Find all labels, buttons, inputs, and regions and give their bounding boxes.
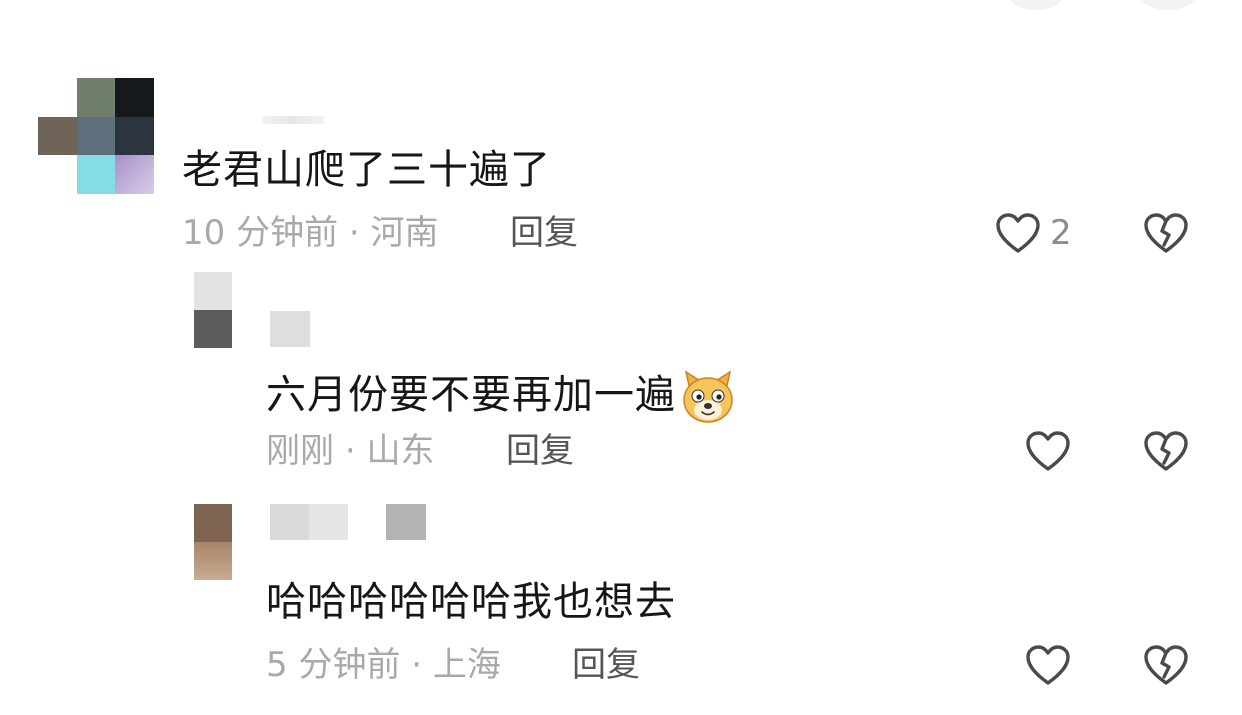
like-button[interactable]: 2	[994, 211, 1072, 255]
comment-text: 老君山爬了三十遍了	[182, 147, 551, 193]
avatar[interactable]	[194, 504, 232, 580]
dislike-button[interactable]	[1142, 643, 1190, 687]
dislike-button[interactable]	[1142, 211, 1190, 255]
reply-time: 刚刚	[266, 431, 334, 471]
reply-meta: 刚刚 · 山东	[266, 434, 434, 468]
reply-button[interactable]: 回复	[506, 434, 574, 468]
comment-meta: 10 分钟前 · 河南	[182, 216, 439, 250]
dislike-button[interactable]	[1142, 429, 1190, 473]
comment-thread: 老君山爬了三十遍了 10 分钟前 · 河南 回复 2 六月份要不要再加一遍 刚刚…	[0, 0, 1242, 715]
meta-separator: ·	[344, 431, 356, 471]
top-button-partial[interactable]	[1004, 0, 1068, 10]
meta-separator: ·	[411, 645, 423, 685]
reply-meta: 5 分钟前 · 上海	[266, 648, 501, 682]
comment-location: 河南	[370, 213, 439, 253]
comment-time: 10 分钟前	[182, 213, 339, 253]
reply-button[interactable]: 回复	[510, 216, 578, 250]
reply-time: 5 分钟前	[266, 645, 401, 685]
like-button[interactable]	[1024, 643, 1080, 687]
username[interactable]	[262, 116, 324, 124]
reply-location: 上海	[432, 645, 501, 685]
like-count: 2	[1050, 213, 1072, 253]
heart-outline-icon	[1024, 429, 1072, 473]
reply-location: 山东	[366, 431, 435, 471]
broken-heart-icon	[1142, 211, 1190, 255]
avatar[interactable]	[38, 78, 154, 194]
username[interactable]	[270, 504, 348, 540]
meta-separator: ·	[348, 213, 360, 253]
reply-text: 六月份要不要再加一遍	[266, 368, 738, 426]
reply-text-content: 六月份要不要再加一遍	[266, 372, 676, 418]
reply-button[interactable]: 回复	[572, 648, 640, 682]
avatar[interactable]	[194, 272, 232, 348]
doge-emoji-icon	[678, 368, 738, 426]
like-button[interactable]	[1024, 429, 1080, 473]
heart-outline-icon	[994, 211, 1042, 255]
heart-outline-icon	[1024, 643, 1072, 687]
broken-heart-icon	[1142, 643, 1190, 687]
broken-heart-icon	[1142, 429, 1190, 473]
username[interactable]	[270, 311, 310, 347]
top-button-partial[interactable]	[1136, 0, 1200, 10]
reply-target-username[interactable]	[386, 504, 426, 540]
reply-text: 哈哈哈哈哈哈我也想去	[266, 579, 676, 625]
